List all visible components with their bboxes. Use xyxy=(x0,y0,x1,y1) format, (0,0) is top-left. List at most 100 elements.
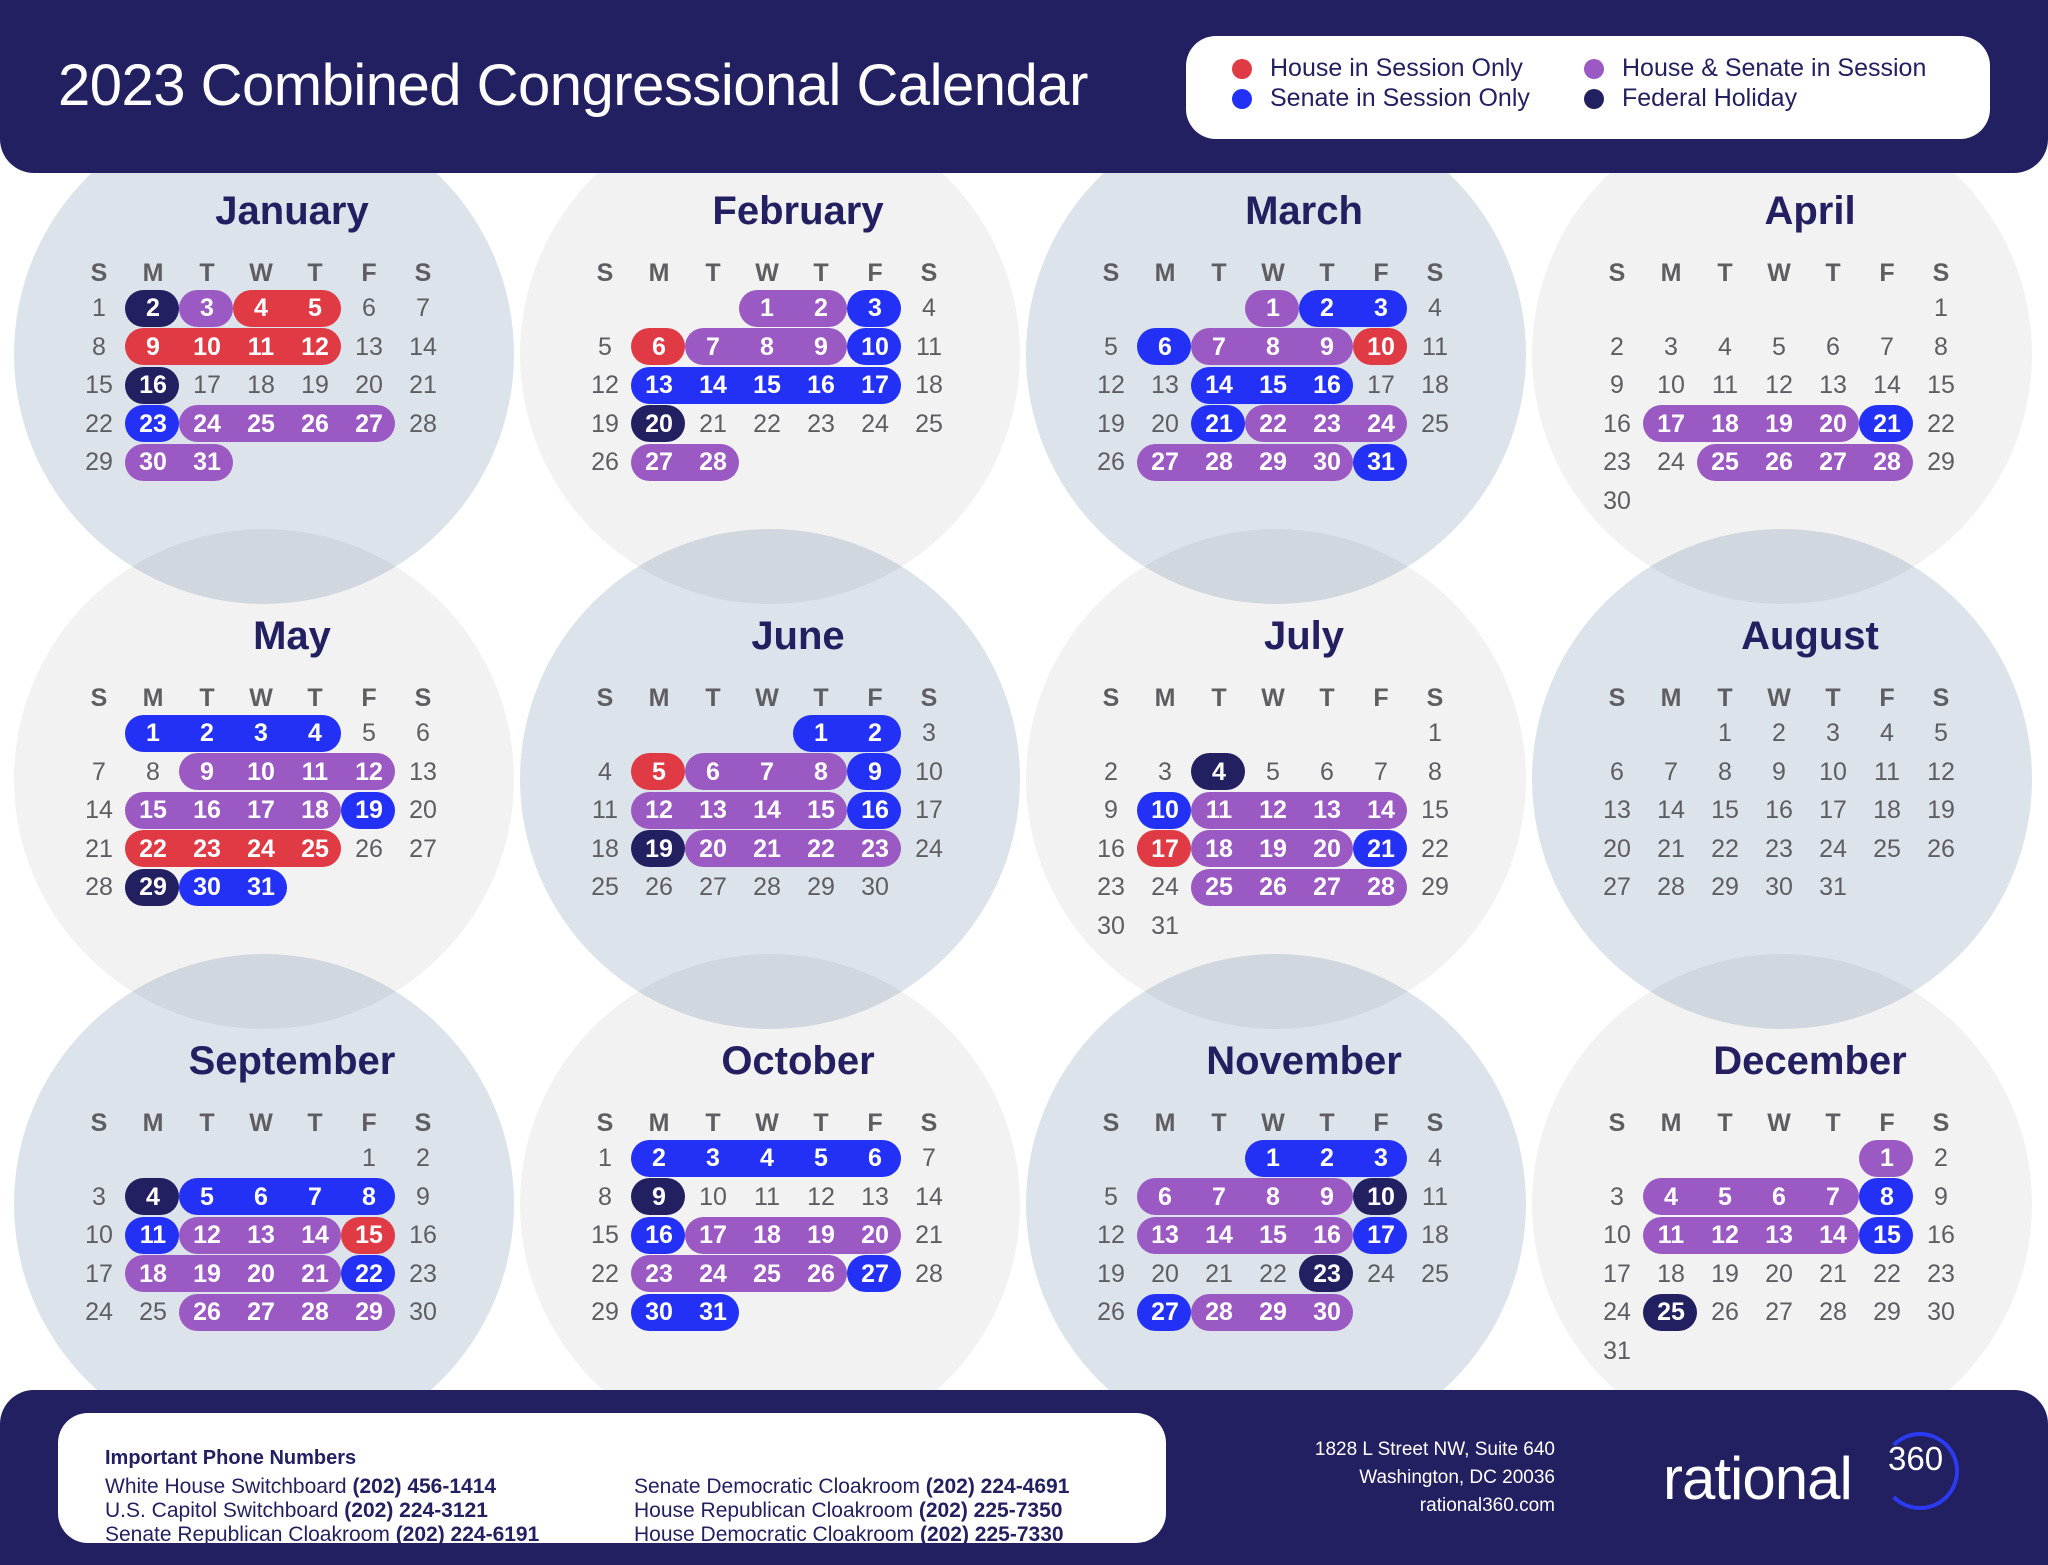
day: 16 xyxy=(1097,834,1125,863)
day: 10 xyxy=(699,1182,727,1211)
weekday-label: S xyxy=(1608,1109,1626,1137)
day-both: 1 xyxy=(1880,1144,1894,1172)
day: 31 xyxy=(1603,1336,1631,1365)
day-senate: 16 xyxy=(645,1221,673,1249)
day-senate: 8 xyxy=(1880,1182,1894,1211)
day: 20 xyxy=(1151,1259,1179,1288)
phone-number[interactable]: (202) 224-3121 xyxy=(344,1499,488,1522)
day: 29 xyxy=(1927,448,1955,476)
day-both: 28 xyxy=(699,448,727,476)
weekday-label: M xyxy=(1154,1109,1176,1137)
day-both: 29 xyxy=(1259,448,1287,476)
day-house: 10 xyxy=(193,332,221,361)
day: 30 xyxy=(1765,873,1793,901)
day-both: 13 xyxy=(1313,796,1341,824)
day-senate: 3 xyxy=(254,719,268,747)
weekday-label: W xyxy=(755,684,779,712)
address-line: 1828 L Street NW, Suite 640 xyxy=(1314,1439,1555,1460)
day: 23 xyxy=(1097,873,1125,901)
weekday-label: S xyxy=(1426,684,1444,712)
day-house: 5 xyxy=(652,757,666,786)
phone-label: U.S. Capitol Switchboard xyxy=(105,1499,339,1522)
day-both: 11 xyxy=(1657,1221,1685,1249)
weekday-header: SMTWTFS xyxy=(578,259,1018,289)
day-holiday: 29 xyxy=(139,873,167,901)
day: 23 xyxy=(1603,448,1631,476)
day: 11 xyxy=(916,332,942,361)
day-both: 12 xyxy=(1711,1221,1739,1249)
day: 23 xyxy=(807,409,835,438)
day-both: 19 xyxy=(193,1259,221,1288)
day: 25 xyxy=(1421,1259,1449,1288)
weekday-label: W xyxy=(1767,1109,1791,1137)
day-senate: 3 xyxy=(1374,294,1388,322)
weekday-label: S xyxy=(1102,684,1120,712)
weekday-label: M xyxy=(648,259,670,287)
day: 14 xyxy=(915,1182,943,1211)
day: 11 xyxy=(754,1182,780,1211)
day: 8 xyxy=(1934,332,1948,361)
legend: House in Session Only Senate in Session … xyxy=(1186,36,1990,139)
day-both: 28 xyxy=(1367,873,1395,901)
phone-number[interactable]: (202) 224-4691 xyxy=(926,1475,1070,1498)
day-both: 14 xyxy=(1205,1221,1233,1249)
weekday-label: F xyxy=(867,1109,883,1137)
day-house: 10 xyxy=(1367,332,1395,361)
phone-number[interactable]: (202) 225-7330 xyxy=(920,1523,1064,1546)
weekday-label: S xyxy=(414,684,432,712)
day-both: 19 xyxy=(1765,409,1793,438)
day: 28 xyxy=(915,1259,943,1288)
weekday-header: SMTWTFS xyxy=(1590,1109,2030,1139)
day-both: 12 xyxy=(355,757,383,786)
weekday-header: SMTWTFS xyxy=(72,1109,512,1139)
legend-label: Federal Holiday xyxy=(1622,84,1798,112)
day-both: 26 xyxy=(807,1259,835,1288)
weekday-label: S xyxy=(1102,1109,1120,1137)
weekday-label: T xyxy=(199,1109,215,1137)
day: 8 xyxy=(598,1182,612,1211)
day-senate: 3 xyxy=(1374,1144,1388,1172)
day: 3 xyxy=(1158,757,1172,786)
phone-number[interactable]: (202) 224-6191 xyxy=(396,1523,540,1546)
weekday-label: T xyxy=(1717,1109,1733,1137)
day-house: 11 xyxy=(247,332,275,361)
day: 8 xyxy=(146,757,160,786)
weekday-label: S xyxy=(1932,1109,1950,1137)
day: 2 xyxy=(1934,1144,1948,1172)
day: 21 xyxy=(1657,834,1685,863)
day-house: 15 xyxy=(355,1221,383,1249)
day-both: 8 xyxy=(814,757,828,786)
weekday-label: M xyxy=(142,684,164,712)
day: 17 xyxy=(1819,796,1847,824)
day-senate: 10 xyxy=(1151,796,1179,824)
day: 26 xyxy=(1927,834,1955,863)
phone-number[interactable]: (202) 456-1414 xyxy=(352,1475,496,1498)
holiday-dot-icon xyxy=(1584,88,1604,109)
day-both: 29 xyxy=(355,1298,383,1326)
day: 22 xyxy=(85,409,113,438)
day-both: 3 xyxy=(200,294,214,322)
phone-number[interactable]: (202) 225-7350 xyxy=(919,1499,1063,1522)
phone-entry: House Republican Cloakroom (202) 225-735… xyxy=(634,1499,1062,1523)
day-holiday: 23 xyxy=(1313,1259,1341,1288)
weekday-label: T xyxy=(1717,259,1733,287)
day-both: 17 xyxy=(699,1221,727,1249)
month-title: April xyxy=(1764,189,1856,233)
day-both: 7 xyxy=(1212,1182,1226,1211)
day-both: 18 xyxy=(1711,409,1739,438)
day-house: 12 xyxy=(301,332,329,361)
website-link[interactable]: rational360.com xyxy=(1315,1492,1555,1520)
day: 17 xyxy=(193,371,221,399)
day-both: 13 xyxy=(1151,1221,1179,1249)
day: 20 xyxy=(355,371,383,399)
day-senate: 13 xyxy=(645,371,673,399)
weekday-label: F xyxy=(1373,259,1389,287)
day: 15 xyxy=(85,371,113,399)
weekday-label: T xyxy=(307,684,323,712)
day-senate: 15 xyxy=(753,371,781,399)
day: 22 xyxy=(1421,834,1449,863)
day: 29 xyxy=(1421,873,1449,901)
day-both: 18 xyxy=(139,1259,167,1288)
day: 4 xyxy=(1428,1144,1442,1172)
day-both: 20 xyxy=(861,1221,889,1249)
